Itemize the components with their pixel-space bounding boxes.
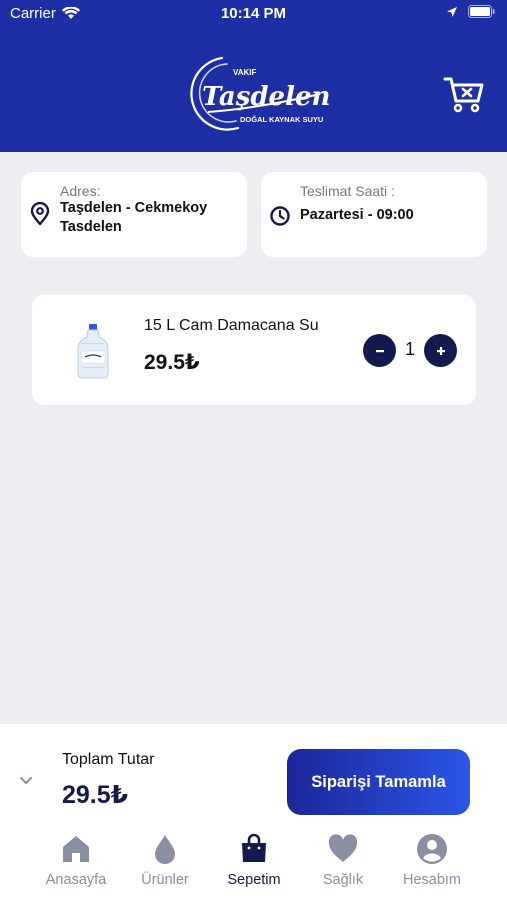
product-name: 15 L Cam Damacana Su: [144, 317, 319, 334]
cart-item: 15 L Cam Damacana Su 29.5₺ 1: [32, 295, 476, 405]
brand-tagline-text: DOĞAL KAYNAK SUYU: [240, 115, 323, 124]
delivery-time-value: Pazartesi - 09:00: [300, 207, 414, 223]
location-arrow-icon: [447, 6, 457, 17]
address-label: Adres:: [60, 183, 101, 199]
delivery-time-card[interactable]: Teslimat Saati : Pazartesi - 09:00: [261, 172, 487, 257]
tab-bar: Anasayfa Ürünler Sepetim Sağlık Hesabım: [0, 828, 507, 900]
heart-icon: [328, 834, 358, 862]
user-icon: [417, 834, 447, 864]
quantity-value: 1: [404, 339, 415, 359]
address-value: Taşdelen - Cekmekoy Tasdelen: [60, 200, 208, 235]
brand-top-text: VAKIF: [233, 68, 257, 77]
tab-home[interactable]: Anasayfa: [31, 828, 121, 888]
drop-icon: [155, 835, 175, 864]
clock-icon: [270, 206, 290, 226]
bag-icon: [242, 833, 266, 862]
tab-account[interactable]: Hesabım: [387, 828, 477, 888]
tab-cart-label: Sepetim: [227, 872, 281, 888]
minus-icon: [375, 349, 384, 352]
tab-health[interactable]: Sağlık: [298, 828, 388, 888]
delivery-time-label: Teslimat Saati :: [300, 183, 395, 199]
home-icon: [63, 836, 89, 862]
clear-cart-icon[interactable]: [443, 74, 485, 114]
location-pin-icon: [30, 202, 50, 226]
increase-quantity-button[interactable]: [424, 334, 457, 367]
battery-icon: [468, 5, 495, 18]
complete-order-button[interactable]: Siparişi Tamamla: [287, 749, 470, 815]
tab-cart[interactable]: Sepetim: [209, 828, 299, 888]
water-bottle-image: [77, 324, 109, 379]
status-time: 10:14 PM: [220, 5, 287, 22]
status-bar: Carrier 10:14 PM: [0, 0, 507, 28]
tab-products[interactable]: Ürünler: [120, 828, 210, 888]
app-header: VAKIF Taşdelen DOĞAL KAYNAK SUYU: [0, 28, 507, 152]
checkout-panel: Toplam Tutar 29.5₺ Siparişi Tamamla Anas…: [0, 724, 507, 900]
brand-logo: VAKIF Taşdelen DOĞAL KAYNAK SUYU: [190, 56, 330, 131]
tab-home-label: Anasayfa: [45, 872, 107, 888]
tab-health-label: Sağlık: [322, 872, 364, 888]
tab-account-label: Hesabım: [402, 872, 462, 888]
product-price: 29.5₺: [144, 351, 200, 374]
total-value: 29.5₺: [62, 781, 129, 809]
address-card[interactable]: Adres: Taşdelen - Cekmekoy Tasdelen: [21, 172, 247, 257]
tab-products-label: Ürünler: [141, 872, 189, 888]
decrease-quantity-button[interactable]: [363, 334, 396, 367]
total-label: Toplam Tutar: [62, 751, 155, 768]
chevron-down-icon[interactable]: [17, 774, 35, 788]
plus-icon: [436, 346, 445, 355]
